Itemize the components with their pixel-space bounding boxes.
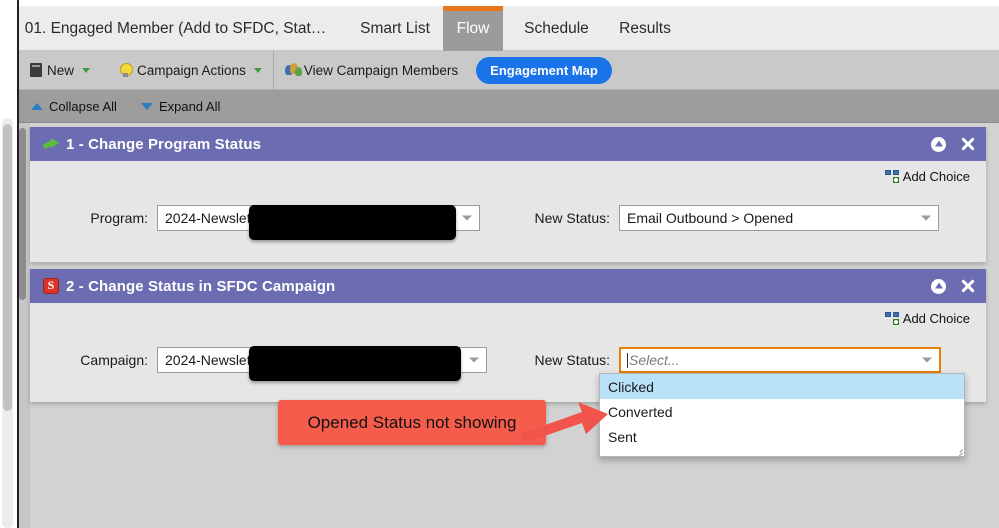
add-choice-icon xyxy=(884,312,900,325)
actions-toolbar: New Campaign Actions View Campaign Membe… xyxy=(19,50,999,90)
flow-step-1-title: 1 - Change Program Status xyxy=(66,135,262,153)
campaign-field-label: Campaign: xyxy=(80,352,148,368)
toolbar-group-left: New Campaign Actions xyxy=(19,51,273,90)
tab-results[interactable]: Results xyxy=(605,6,685,51)
annotation-text: Opened Status not showing xyxy=(307,412,517,432)
tab-label: Smart List xyxy=(360,19,430,37)
annotation-callout: Opened Status not showing xyxy=(278,400,546,445)
new-status-dropdown-list[interactable]: Clicked Converted Sent xyxy=(599,373,965,457)
tab-engaged-member[interactable]: 01. Engaged Member (Add to SFDC, Stat… xyxy=(19,6,332,51)
arrow-right-icon xyxy=(520,402,608,443)
view-campaign-members-button[interactable]: View Campaign Members xyxy=(274,51,469,90)
toolbar-group-right: View Campaign Members Engagement Map xyxy=(274,51,612,90)
tab-smart-list[interactable]: Smart List xyxy=(340,6,450,51)
tab-label: Flow xyxy=(456,19,490,37)
expand-all-button[interactable]: Expand All xyxy=(129,99,232,114)
new-status-select-1[interactable]: Email Outbound > Opened xyxy=(619,205,939,231)
program-field-label: Program: xyxy=(90,210,148,226)
campaign-actions-label: Campaign Actions xyxy=(137,62,246,78)
redaction-block-program xyxy=(249,205,456,240)
people-icon xyxy=(284,63,302,77)
tab-label: 01. Engaged Member (Add to SFDC, Stat… xyxy=(24,19,327,37)
new-status-placeholder: Select... xyxy=(629,352,680,368)
dropdown-option-clicked[interactable]: Clicked xyxy=(600,374,964,399)
new-document-icon xyxy=(30,63,42,77)
chevron-down-icon xyxy=(922,357,932,363)
new-status-label: New Status: xyxy=(534,352,610,368)
up-circle-icon xyxy=(931,278,946,294)
dropdown-option-sent[interactable]: Sent xyxy=(600,424,964,449)
tree-control-bar: Collapse All Expand All xyxy=(19,90,999,123)
flow-step-1: 1 - Change Program Status Add Choice Pro… xyxy=(30,127,986,262)
flow-step-2-header[interactable]: 2 - Change Status in SFDC Campaign xyxy=(30,269,986,303)
salesforce-icon xyxy=(43,278,59,294)
close-icon xyxy=(960,278,976,294)
new-status-value: Email Outbound > Opened xyxy=(627,210,794,226)
new-button[interactable]: New xyxy=(19,51,101,90)
new-status-select-2[interactable]: Select... xyxy=(619,347,941,373)
chevron-down-icon xyxy=(921,215,931,221)
redaction-block-campaign xyxy=(249,346,461,381)
triangle-down-icon xyxy=(140,102,153,110)
dropdown-resize-handle[interactable] xyxy=(953,445,963,455)
new-status-label: New Status: xyxy=(534,210,610,226)
collapse-all-label: Collapse All xyxy=(49,98,117,114)
flow-step-1-header[interactable]: 1 - Change Program Status xyxy=(30,127,986,161)
flow-step-1-body: Add Choice Program: 2024-Newsletter New … xyxy=(30,161,986,262)
triangle-up-icon xyxy=(31,102,43,110)
canvas-scrollbar-thumb[interactable] xyxy=(19,128,26,300)
app-window: 01. Engaged Member (Add to SFDC, Stat… S… xyxy=(0,0,999,528)
add-choice-label: Add Choice xyxy=(902,311,970,326)
add-choice-icon xyxy=(884,170,900,183)
close-icon xyxy=(960,136,976,152)
window-scrollbar-thumb[interactable] xyxy=(3,124,12,411)
move-up-button[interactable] xyxy=(931,136,946,152)
dropdown-option-label: Converted xyxy=(608,403,673,420)
text-cursor xyxy=(627,352,628,368)
dropdown-option-label: Clicked xyxy=(608,378,654,395)
chevron-down-icon[interactable] xyxy=(82,67,91,73)
move-up-button[interactable] xyxy=(931,278,946,294)
chevron-down-icon xyxy=(462,215,472,221)
add-choice-button-1[interactable]: Add Choice xyxy=(884,169,970,184)
dropdown-option-label: Sent xyxy=(608,428,637,445)
chevron-down-icon xyxy=(469,357,479,363)
view-campaign-members-label: View Campaign Members xyxy=(303,62,459,78)
delete-step-button[interactable] xyxy=(960,278,976,294)
add-choice-label: Add Choice xyxy=(902,169,970,184)
tab-label: Schedule xyxy=(524,19,589,37)
green-arrow-icon xyxy=(43,137,59,151)
campaign-actions-button[interactable]: Campaign Actions xyxy=(101,51,273,90)
new-status-field-row-1: New Status: Email Outbound > Opened xyxy=(518,205,939,231)
collapse-all-button[interactable]: Collapse All xyxy=(19,99,129,114)
flow-step-2-title: 2 - Change Status in SFDC Campaign xyxy=(66,277,336,295)
dropdown-option-converted[interactable]: Converted xyxy=(600,399,964,424)
up-circle-icon xyxy=(931,136,946,152)
tab-bar: 01. Engaged Member (Add to SFDC, Stat… S… xyxy=(19,6,999,51)
tab-label: Results xyxy=(619,19,671,37)
chevron-down-icon[interactable] xyxy=(253,67,262,73)
new-button-label: New xyxy=(47,62,75,78)
expand-all-label: Expand All xyxy=(158,98,221,114)
new-status-field-row-2: New Status: Select... xyxy=(518,347,941,373)
delete-step-button[interactable] xyxy=(960,136,976,152)
tab-schedule[interactable]: Schedule xyxy=(509,6,604,51)
add-choice-button-2[interactable]: Add Choice xyxy=(884,311,970,326)
tab-flow[interactable]: Flow xyxy=(443,6,503,51)
lightbulb-icon xyxy=(119,62,134,78)
engagement-map-button[interactable]: Engagement Map xyxy=(476,56,612,84)
